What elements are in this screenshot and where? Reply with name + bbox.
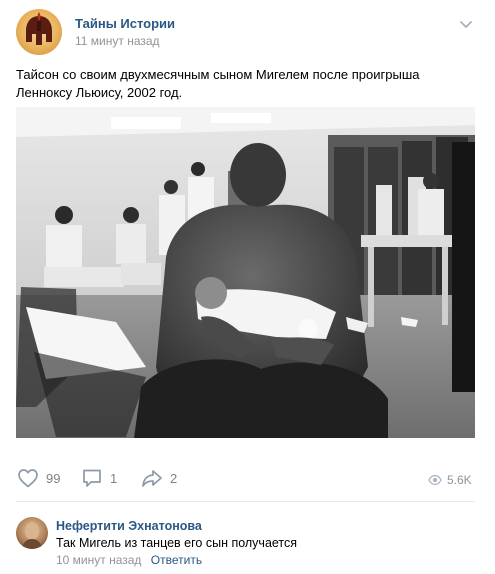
chevron-down-icon[interactable]	[458, 16, 474, 32]
comment-time[interactable]: 10 минут назад	[56, 553, 141, 567]
views-count: 5.6K	[447, 473, 472, 487]
post-header: Тайны Истории 11 минут назад	[0, 0, 495, 60]
comment-meta: 10 минут назад Ответить	[56, 553, 202, 567]
post-card: Тайны Истории 11 минут назад Тайсон со с…	[0, 0, 495, 574]
comment-count: 1	[110, 470, 118, 486]
like-count: 99	[46, 470, 61, 486]
share-count: 2	[170, 470, 178, 486]
views-counter: 5.6K	[428, 471, 472, 489]
divider	[16, 501, 475, 502]
share-arrow-icon	[142, 470, 162, 487]
post-text: Тайсон со своим двухмесячным сыном Мигел…	[16, 67, 420, 100]
comment-author[interactable]: Нефертити Эхнатонова	[56, 519, 202, 533]
comment-text: Так Мигель из танцев его сын получается	[56, 536, 298, 550]
photo-image	[16, 107, 475, 438]
post-time[interactable]: 11 минут назад	[75, 34, 160, 48]
spartan-helmet-icon	[26, 12, 52, 45]
reply-button[interactable]: Ответить	[151, 553, 202, 567]
heart-icon	[18, 469, 38, 488]
post-photo[interactable]	[16, 107, 475, 438]
group-avatar[interactable]	[16, 9, 62, 55]
comment-icon	[83, 469, 101, 487]
avatar-photo	[22, 522, 42, 549]
share-button[interactable]: 2	[140, 466, 177, 490]
post-actions: 99 1 2 5.6K	[0, 462, 495, 496]
group-name[interactable]: Тайны Истории	[75, 16, 175, 31]
eye-icon	[428, 475, 442, 485]
comment-avatar[interactable]	[16, 517, 48, 549]
comment-button[interactable]: 1	[80, 466, 117, 490]
like-button[interactable]: 99	[16, 466, 60, 490]
